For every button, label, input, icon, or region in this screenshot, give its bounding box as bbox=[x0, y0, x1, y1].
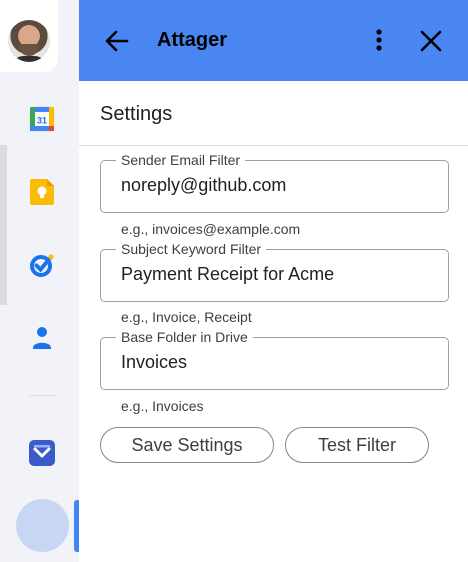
base-folder-field[interactable]: Base Folder in Drive bbox=[100, 329, 449, 390]
subject-keyword-label: Subject Keyword Filter bbox=[116, 241, 267, 257]
divider bbox=[79, 145, 468, 146]
base-folder-label: Base Folder in Drive bbox=[116, 329, 253, 345]
addon-icon[interactable] bbox=[29, 440, 55, 466]
more-vert-icon[interactable] bbox=[367, 27, 391, 55]
background-strip bbox=[0, 145, 7, 305]
rail-divider bbox=[29, 395, 56, 396]
subject-keyword-input[interactable] bbox=[121, 264, 441, 285]
keep-icon[interactable] bbox=[29, 179, 55, 205]
sender-email-label: Sender Email Filter bbox=[116, 152, 246, 168]
base-folder-hint: e.g., Invoices bbox=[121, 398, 204, 414]
contacts-icon[interactable] bbox=[29, 325, 55, 351]
addon-panel: Attager Settings Sender Email Filter e.g… bbox=[79, 0, 468, 562]
tasks-icon[interactable] bbox=[29, 252, 55, 278]
save-settings-button[interactable]: Save Settings bbox=[100, 427, 274, 463]
account-box bbox=[0, 0, 58, 72]
avatar[interactable] bbox=[8, 20, 50, 62]
app-title: Attager bbox=[157, 29, 228, 51]
sender-email-input[interactable] bbox=[121, 175, 441, 196]
app-header: Attager bbox=[79, 0, 468, 81]
close-icon[interactable] bbox=[418, 28, 444, 54]
sender-email-hint: e.g., invoices@example.com bbox=[121, 221, 301, 237]
subject-keyword-field[interactable]: Subject Keyword Filter bbox=[100, 241, 449, 302]
sender-email-field[interactable]: Sender Email Filter bbox=[100, 152, 449, 213]
test-filter-button[interactable]: Test Filter bbox=[285, 427, 429, 463]
calendar-icon[interactable]: 31 bbox=[29, 106, 55, 132]
section-title: Settings bbox=[100, 103, 173, 125]
subject-keyword-hint: e.g., Invoice, Receipt bbox=[121, 309, 252, 325]
side-panel-rail: 31 bbox=[0, 0, 79, 562]
base-folder-input[interactable] bbox=[121, 352, 441, 373]
calendar-day: 31 bbox=[37, 116, 47, 126]
arrow-back-icon[interactable] bbox=[103, 27, 131, 55]
get-addons-button[interactable] bbox=[16, 499, 69, 552]
